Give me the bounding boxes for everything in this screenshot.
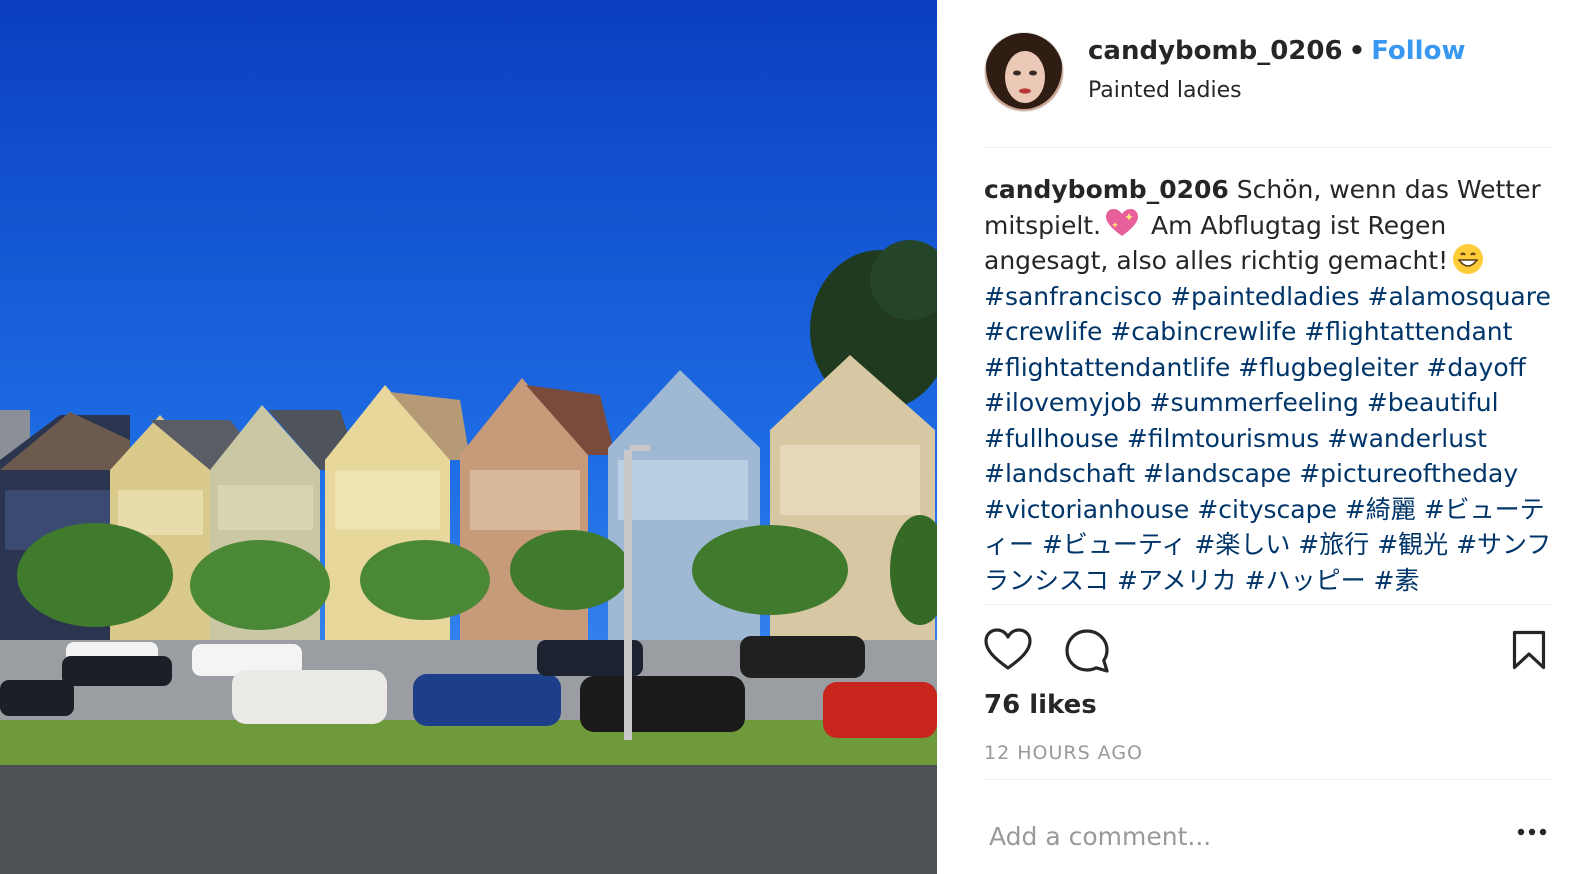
grinning-face-icon: [1453, 244, 1484, 274]
likes-count[interactable]: 76 likes: [984, 690, 1097, 720]
sparkling-heart-icon: [1106, 208, 1139, 236]
hashtag-link[interactable]: #beautiful: [1367, 388, 1499, 417]
hashtag-link[interactable]: #旅行: [1298, 530, 1369, 559]
comment-input[interactable]: [989, 816, 1509, 856]
hashtag-link[interactable]: #filmtourismus: [1127, 424, 1319, 453]
post-actions: [984, 628, 1554, 676]
avatar-image: [985, 33, 1063, 111]
painted-ladies-photo: [0, 0, 937, 874]
more-options-button[interactable]: [1515, 822, 1549, 842]
follow-button[interactable]: Follow: [1371, 36, 1465, 66]
heart-icon: [984, 628, 1032, 670]
hashtag-link[interactable]: #cabincrewlife: [1110, 317, 1296, 346]
like-button[interactable]: [984, 628, 1032, 676]
hashtag-link[interactable]: #pictureoftheday: [1299, 459, 1518, 488]
header-user-line: candybomb_0206 • Follow: [1088, 36, 1465, 66]
hashtag-link[interactable]: #楽しい: [1194, 530, 1290, 559]
hashtag-link[interactable]: #綺麗: [1345, 495, 1416, 524]
hashtag-link[interactable]: #ilovemyjob: [984, 388, 1142, 417]
hashtag-link[interactable]: #flugbegleiter: [1238, 353, 1418, 382]
username-link[interactable]: candybomb_0206: [1088, 36, 1343, 66]
post-header: candybomb_0206 • Follow Painted ladies: [984, 30, 1554, 114]
bookmark-icon: [1512, 630, 1546, 670]
hashtag-link[interactable]: #fullhouse: [984, 424, 1119, 453]
hashtag-link[interactable]: #素: [1374, 566, 1420, 595]
post-sidebar: candybomb_0206 • Follow Painted ladies can…: [937, 0, 1586, 874]
hashtag-link[interactable]: #summerfeeling: [1150, 388, 1359, 417]
hashtag-link[interactable]: #dayoff: [1426, 353, 1525, 382]
hashtag-link[interactable]: #victorianhouse: [984, 495, 1189, 524]
post-photo[interactable]: [0, 0, 937, 874]
caption-hashtags: #sanfrancisco #paintedladies #alamosquar…: [984, 282, 1551, 595]
save-button[interactable]: [1512, 630, 1546, 674]
hashtag-link[interactable]: #flightattendant: [1304, 317, 1512, 346]
hashtag-link[interactable]: #alamosquare: [1368, 282, 1551, 311]
hashtag-link[interactable]: #landschaft: [984, 459, 1135, 488]
hashtag-link[interactable]: #landscape: [1143, 459, 1291, 488]
comment-bubble-icon: [1065, 629, 1109, 673]
hashtag-link[interactable]: #cityscape: [1197, 495, 1337, 524]
hashtag-link[interactable]: #アメリカ: [1117, 566, 1237, 595]
hashtag-link[interactable]: #wanderlust: [1327, 424, 1487, 453]
location-link[interactable]: Painted ladies: [1088, 78, 1242, 103]
hashtag-link[interactable]: #観光: [1377, 530, 1448, 559]
post-timestamp[interactable]: 12 HOURS AGO: [984, 742, 1143, 764]
more-options-icon: [1517, 828, 1547, 836]
caption-username[interactable]: candybomb_0206: [984, 175, 1229, 204]
instagram-post: candybomb_0206 • Follow Painted ladies can…: [0, 0, 1586, 874]
comment-button[interactable]: [1064, 628, 1110, 678]
hashtag-link[interactable]: #ハッピー: [1245, 566, 1366, 595]
avatar[interactable]: [984, 32, 1064, 112]
hashtag-link[interactable]: #paintedladies: [1170, 282, 1359, 311]
separator-dot: •: [1348, 36, 1366, 66]
hashtag-link[interactable]: #crewlife: [984, 317, 1102, 346]
caption-divider: [984, 604, 1554, 605]
hashtag-link[interactable]: #sanfrancisco: [984, 282, 1162, 311]
hashtag-link[interactable]: #ビューティ: [1042, 530, 1186, 559]
comment-divider: [984, 779, 1554, 780]
header-divider: [984, 147, 1554, 148]
post-caption: candybomb_0206 Schön, wenn das Wetter mi…: [984, 172, 1560, 602]
hashtag-link[interactable]: #flightattendantlife: [984, 353, 1230, 382]
